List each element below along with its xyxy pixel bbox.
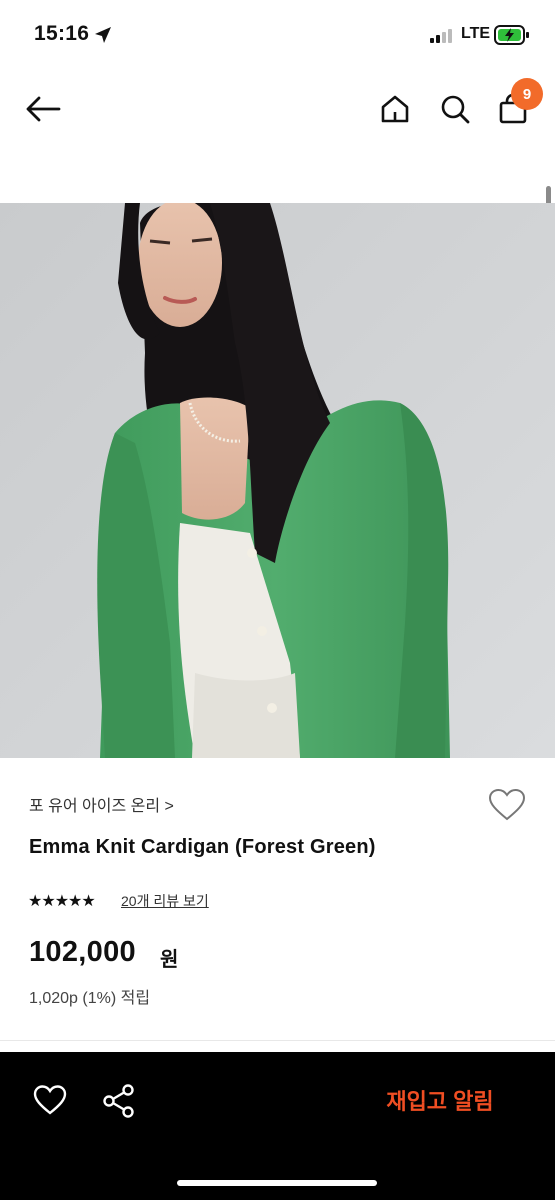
bottom-action-bar: 재입고 알림: [0, 1052, 555, 1200]
share-button[interactable]: [102, 1084, 138, 1120]
divider: [0, 1040, 555, 1041]
reward-points: 1,020p (1%) 적립: [29, 990, 151, 1007]
favorite-button[interactable]: [33, 1084, 69, 1120]
price-unit: 원: [160, 949, 179, 971]
top-navigation: [0, 70, 555, 150]
home-indicator: [177, 1180, 377, 1186]
wishlist-heart-icon[interactable]: [488, 788, 526, 827]
restock-alert-button[interactable]: 재입고 알림: [370, 1084, 510, 1120]
review-link[interactable]: 20개 리뷰 보기: [121, 891, 209, 911]
product-price: 102,000: [29, 936, 136, 968]
brand-link[interactable]: 포 유어 아이즈 온리 >: [29, 792, 174, 816]
share-icon: [103, 1084, 134, 1118]
home-icon: [381, 95, 409, 123]
signal-icon: [430, 29, 456, 48]
back-arrow-icon: [26, 96, 61, 122]
product-info: 포 유어 아이즈 온리 > Emma Knit Cardigan (Forest…: [0, 758, 555, 1038]
home-button[interactable]: [374, 88, 416, 130]
back-button[interactable]: [22, 88, 64, 130]
heart-outline-icon: [33, 1085, 67, 1115]
search-icon: [441, 95, 470, 124]
cart-count-badge: 9: [511, 78, 543, 110]
battery-charging-icon: [494, 25, 530, 50]
location-arrow-icon: [94, 26, 112, 49]
product-title: Emma Knit Cardigan (Forest Green): [29, 836, 376, 858]
product-image[interactable]: [0, 203, 555, 758]
status-time: 15:16: [34, 22, 90, 45]
status-bar: 15:16 LTE: [0, 0, 555, 70]
search-button[interactable]: [434, 88, 476, 130]
rating-stars: ★★★★★: [28, 893, 96, 910]
network-label: LTE: [461, 25, 491, 42]
